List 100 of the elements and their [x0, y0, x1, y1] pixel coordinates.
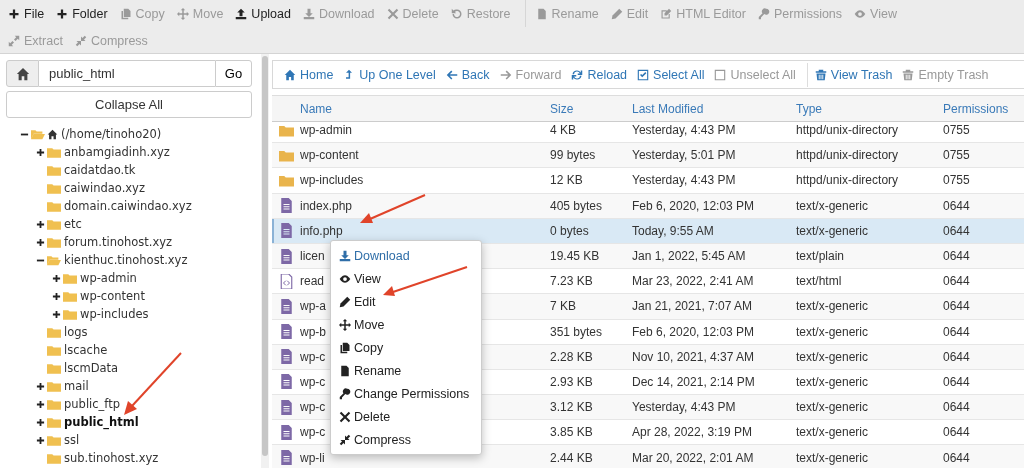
expand-icon[interactable] — [36, 147, 45, 157]
folder-icon — [47, 452, 61, 464]
nav-button[interactable]: Reload — [568, 65, 635, 84]
file-name[interactable]: wp-content — [300, 148, 550, 163]
trash-icon — [902, 68, 915, 81]
file-name[interactable]: wp-admin — [300, 123, 550, 138]
expand-icon[interactable] — [36, 399, 45, 409]
column-header[interactable]: Permissions — [943, 101, 1024, 116]
home-icon — [15, 66, 30, 81]
menu-item[interactable]: Compress — [331, 428, 481, 451]
menu-item[interactable]: View — [331, 267, 481, 290]
toolbar-button[interactable]: Folder — [52, 4, 116, 23]
tree-item[interactable]: ssl — [64, 433, 80, 447]
menu-item[interactable]: Rename — [331, 359, 481, 382]
close-icon — [386, 7, 399, 20]
menu-item[interactable]: Edit — [331, 290, 481, 313]
arrow — [124, 352, 182, 415]
expand-icon[interactable] — [52, 291, 61, 301]
tree-item[interactable]: logs — [64, 325, 88, 339]
table-cell-text: Mar 20, 2022, 2:01 AM — [632, 450, 755, 465]
table-cell-text: 0644 — [943, 198, 971, 213]
nav-button[interactable]: View Trash — [811, 65, 900, 84]
menu-item[interactable]: Change Permissions — [331, 382, 481, 405]
folder-icon — [63, 272, 77, 284]
column-header[interactable]: Last Modified — [632, 101, 796, 116]
tree-item[interactable]: etc — [64, 217, 82, 231]
checkbox-icon — [637, 68, 650, 81]
tree-item[interactable]: anbamgiadinh.xyz — [64, 145, 170, 159]
tree-item[interactable]: sub.tinohost.xyz — [64, 451, 159, 465]
column-header[interactable]: Size — [550, 101, 632, 116]
tree-item[interactable]: wp-includes — [80, 307, 149, 321]
expand-icon[interactable] — [36, 381, 45, 391]
table-cell-text: Yesterday, 5:01 PM — [632, 148, 737, 163]
tree-item[interactable]: kienthuc.tinohost.xyz — [64, 253, 188, 267]
home-button[interactable] — [6, 60, 39, 87]
nav-button[interactable]: Up One Level — [340, 65, 443, 84]
menu-item[interactable]: Delete — [331, 405, 481, 428]
expand-icon[interactable] — [52, 309, 61, 319]
expand-icon[interactable] — [36, 417, 45, 427]
folder-icon — [47, 362, 61, 374]
open-folder-icon — [47, 254, 61, 266]
file-icon — [278, 424, 294, 440]
nav-button[interactable]: Home — [281, 65, 341, 84]
table-cell-text: text/x-generic — [796, 400, 870, 415]
toolbar-button[interactable]: Upload — [231, 4, 299, 23]
file-name[interactable]: wp-li — [300, 450, 550, 465]
folder-icon — [47, 434, 61, 446]
compress-icon — [339, 433, 351, 446]
download-icon — [303, 7, 315, 20]
column-header[interactable]: Name — [300, 101, 550, 116]
table-cell-text: httpd/unix-directory — [796, 173, 900, 188]
tree-item[interactable]: forum.tinohost.xyz — [64, 235, 173, 249]
tree-item[interactable]: lscache — [64, 343, 108, 357]
tree-item[interactable]: caiwindao.xyz — [64, 181, 145, 195]
nav-button[interactable]: Back — [442, 65, 497, 84]
expand-icon[interactable] — [36, 435, 45, 445]
copy-icon — [339, 341, 351, 354]
tree-item[interactable]: wp-content — [80, 289, 145, 303]
arrow — [360, 194, 426, 223]
pencil-icon — [339, 295, 351, 308]
tree-item[interactable]: lscmData — [64, 361, 119, 375]
key-icon — [339, 387, 351, 400]
table-cell-text: Feb 6, 2020, 12:03 PM — [632, 198, 756, 213]
tree-item[interactable]: mail — [64, 379, 89, 393]
expand-icon[interactable] — [52, 273, 61, 283]
tree-item[interactable]: public_html — [64, 415, 139, 429]
collapse-all-button[interactable]: Collapse All — [6, 91, 252, 118]
table-cell-text: 3.85 KB — [550, 425, 594, 440]
table-cell-text: Apr 28, 2022, 3:19 PM — [632, 425, 754, 440]
file-icon — [535, 7, 548, 20]
pencil-icon — [610, 7, 623, 20]
expand-icon[interactable] — [36, 237, 45, 247]
tree-item[interactable]: (/home/tinoho20) — [61, 127, 162, 141]
toolbar-button[interactable]: File — [4, 4, 53, 23]
go-button[interactable]: Go — [215, 60, 252, 87]
expand-icon[interactable] — [36, 219, 45, 229]
folder-icon — [47, 146, 61, 158]
tree-item[interactable]: caidatdao.tk — [64, 163, 136, 177]
file-name[interactable]: index.php — [300, 198, 550, 213]
column-header[interactable]: Type — [796, 101, 943, 116]
path-field[interactable]: public_html — [39, 60, 215, 87]
table-cell-text: text/x-generic — [796, 425, 870, 440]
table-cell-text: text/x-generic — [796, 198, 870, 213]
table-cell-text: Yesterday, 4:43 PM — [632, 123, 737, 138]
tree-item[interactable]: wp-admin — [80, 271, 137, 285]
menu-item[interactable]: Move — [331, 313, 481, 336]
folder-icon — [47, 164, 61, 176]
left-arrow-icon — [445, 68, 458, 81]
table-cell-text: 0755 — [943, 148, 971, 163]
scrollbar[interactable] — [262, 56, 268, 456]
nav-button[interactable]: Select All — [634, 65, 712, 84]
tree-item[interactable]: public_ftp — [64, 397, 120, 411]
menu-item[interactable]: Copy — [331, 336, 481, 359]
table-cell-text: text/plain — [796, 249, 846, 264]
file-name[interactable]: wp-includes — [300, 173, 550, 188]
menu-item[interactable]: Download — [331, 244, 481, 267]
table-cell-text: 0644 — [943, 450, 971, 465]
table-cell-text: 4 KB — [550, 123, 577, 138]
file-name[interactable]: info.php — [300, 223, 550, 238]
tree-item[interactable]: domain.caiwindao.xyz — [64, 199, 192, 213]
